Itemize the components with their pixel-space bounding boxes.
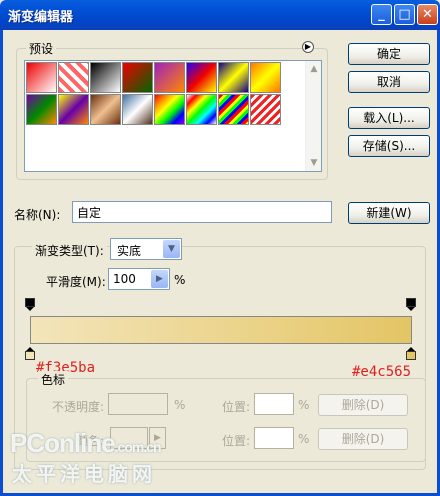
preset-swatch[interactable] xyxy=(122,62,153,93)
presets-scrollbar[interactable]: ▲ ▼ xyxy=(305,61,321,171)
color-location-unit: % xyxy=(298,432,310,446)
opacity-location-field[interactable] xyxy=(254,393,294,415)
preset-swatch[interactable] xyxy=(250,94,281,125)
delete-opacity-stop-button[interactable]: 删除(D) xyxy=(318,394,408,416)
opacity-stop-right[interactable] xyxy=(406,298,416,312)
color-location-field[interactable] xyxy=(254,427,294,449)
preset-swatch[interactable] xyxy=(186,94,217,125)
maximize-button[interactable]: □ xyxy=(394,4,415,25)
new-button[interactable]: 新建(W) xyxy=(348,202,430,224)
watermark-logo: PConline.com.cn xyxy=(10,428,162,458)
preset-swatch[interactable] xyxy=(154,62,185,93)
cancel-button[interactable]: 取消 xyxy=(348,71,430,93)
gradient-type-label: 渐变类型(T): xyxy=(32,242,107,259)
delete-color-stop-button[interactable]: 删除(D) xyxy=(318,428,408,450)
preset-swatch[interactable] xyxy=(218,94,249,125)
chevron-right-icon[interactable]: ▶ xyxy=(151,270,168,288)
preset-swatch[interactable] xyxy=(90,94,121,125)
preset-swatch[interactable] xyxy=(26,94,57,125)
preset-swatch[interactable] xyxy=(90,62,121,93)
color-stops-label: 色标 xyxy=(38,371,69,388)
opacity-field[interactable] xyxy=(108,393,168,415)
opacity-location-label: 位置: xyxy=(222,400,251,414)
color-stop-right[interactable] xyxy=(406,346,416,360)
gradient-type-select[interactable]: 实底 ▼ xyxy=(110,238,182,260)
opacity-unit: % xyxy=(174,398,186,412)
watermark-text: 太平洋电脑网 xyxy=(12,462,156,486)
smoothness-field[interactable]: 100 ▶ xyxy=(108,268,170,290)
gradient-preview-bar[interactable] xyxy=(30,316,412,344)
presets-label: 预设 xyxy=(26,40,57,57)
name-input[interactable] xyxy=(72,201,332,223)
gradient-type-value: 实底 xyxy=(117,244,142,258)
opacity-location-unit: % xyxy=(298,398,310,412)
title-bar: 渐变编辑器 _ □ ✕ xyxy=(0,0,440,30)
window-title: 渐变编辑器 xyxy=(8,10,74,25)
preset-swatch[interactable] xyxy=(122,94,153,125)
smoothness-unit: % xyxy=(174,273,186,287)
minimize-button[interactable]: _ xyxy=(371,4,392,25)
chevron-down-icon[interactable]: ▼ xyxy=(163,240,180,258)
presets-menu-icon[interactable]: ▶ xyxy=(302,41,314,53)
scroll-down-icon[interactable]: ▼ xyxy=(306,155,322,171)
save-button[interactable]: 存储(S)... xyxy=(348,135,430,157)
ok-button[interactable]: 确定 xyxy=(348,43,430,65)
preset-swatch[interactable] xyxy=(250,62,281,93)
color-location-label: 位置: xyxy=(222,434,251,448)
close-button[interactable]: ✕ xyxy=(417,4,438,25)
load-button[interactable]: 载入(L)... xyxy=(348,107,430,129)
preset-swatch[interactable] xyxy=(154,94,185,125)
preset-swatch-list[interactable]: ▲ ▼ xyxy=(24,60,322,172)
name-label: 名称(N): xyxy=(14,208,61,222)
preset-swatch[interactable] xyxy=(186,62,217,93)
opacity-stop-left[interactable] xyxy=(25,298,35,312)
opacity-label: 不透明度: xyxy=(52,400,105,414)
color-stop-left[interactable] xyxy=(25,346,35,360)
preset-swatch[interactable] xyxy=(58,62,89,93)
scroll-up-icon[interactable]: ▲ xyxy=(306,61,322,77)
smoothness-label: 平滑度(M): xyxy=(46,275,106,289)
preset-swatch[interactable] xyxy=(26,62,57,93)
preset-swatch[interactable] xyxy=(58,94,89,125)
preset-swatch[interactable] xyxy=(218,62,249,93)
smoothness-value: 100 xyxy=(113,272,136,286)
